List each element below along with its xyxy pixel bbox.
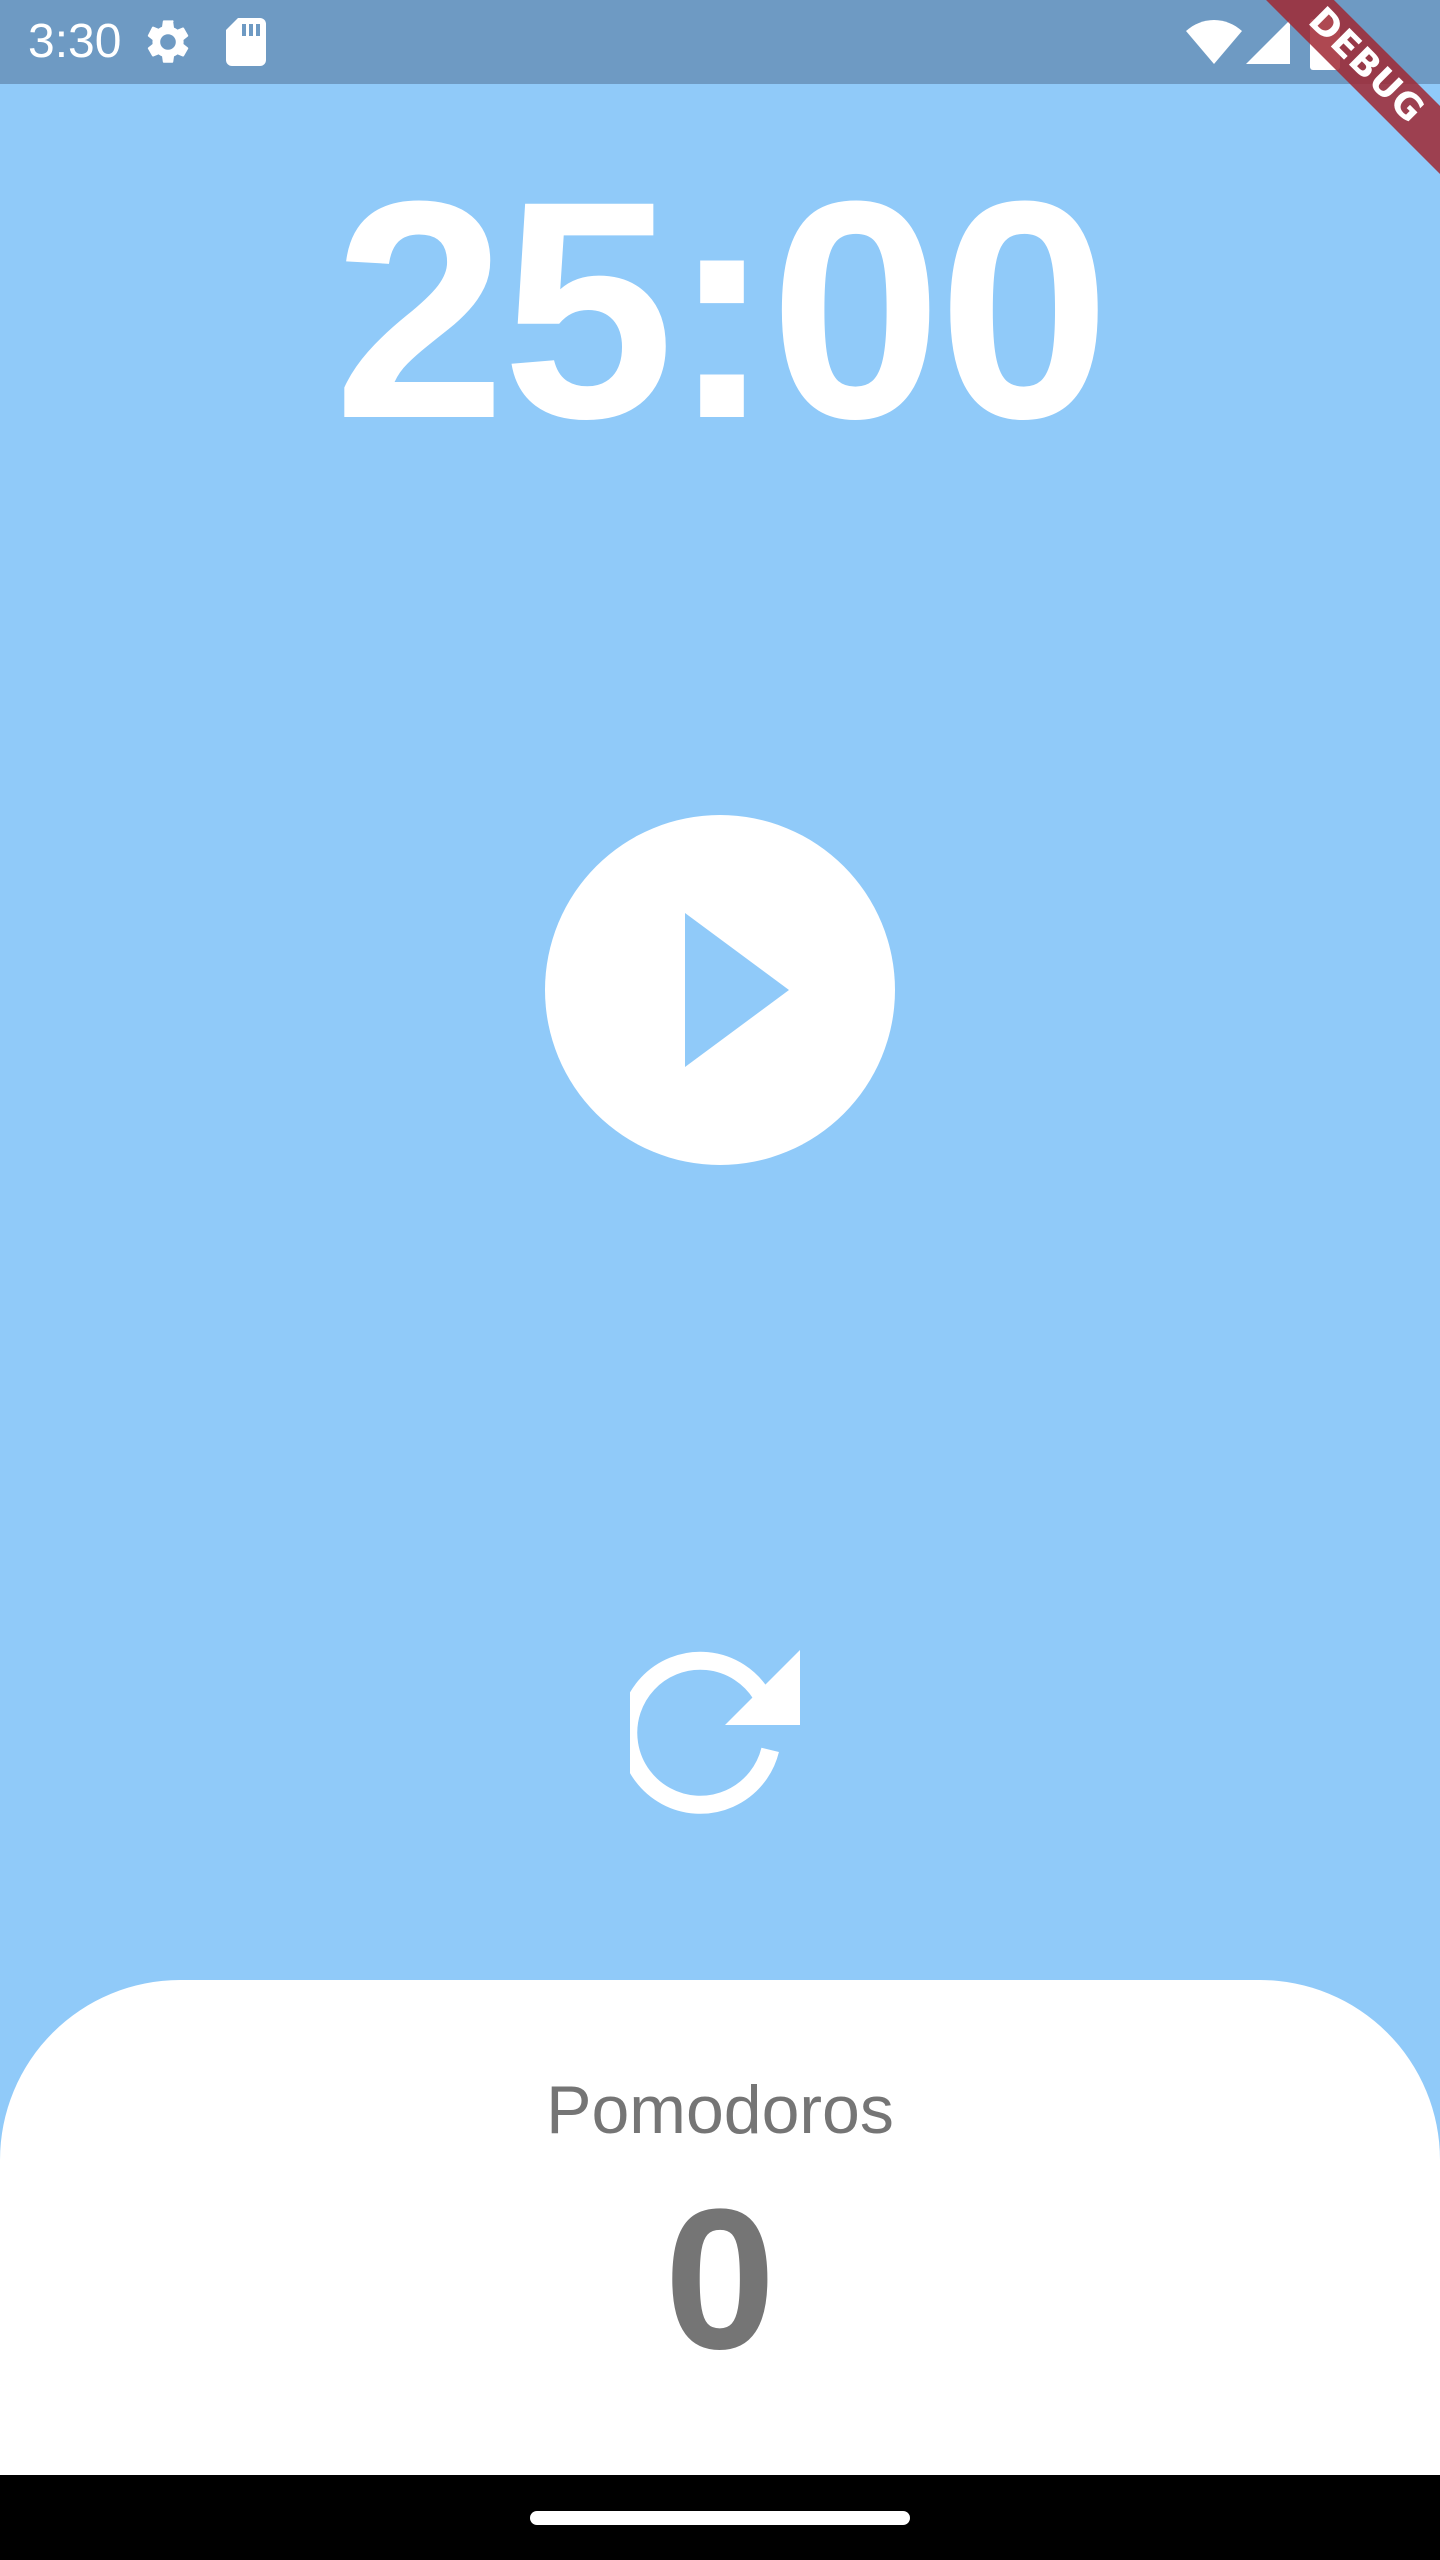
reset-button[interactable]: [619, 1645, 810, 1825]
play-icon: [685, 913, 789, 1067]
status-time: 3:30: [28, 15, 122, 68]
home-gesture-handle[interactable]: [530, 2511, 910, 2525]
sd-card-icon: [226, 18, 266, 71]
navigation-bar: [0, 2475, 1440, 2560]
status-bar: 3:30: [0, 0, 1440, 84]
play-button[interactable]: [545, 815, 895, 1165]
timer-display: 25:00: [333, 136, 1111, 483]
wifi-icon: [1186, 20, 1242, 69]
pomodoros-count: 0: [664, 2168, 776, 2391]
signal-icon: [1246, 20, 1290, 69]
battery-icon: [1310, 14, 1340, 75]
pomodoros-label: Pomodoros: [546, 2072, 894, 2148]
settings-gear-icon: [142, 16, 194, 73]
refresh-icon: [619, 1650, 800, 1814]
